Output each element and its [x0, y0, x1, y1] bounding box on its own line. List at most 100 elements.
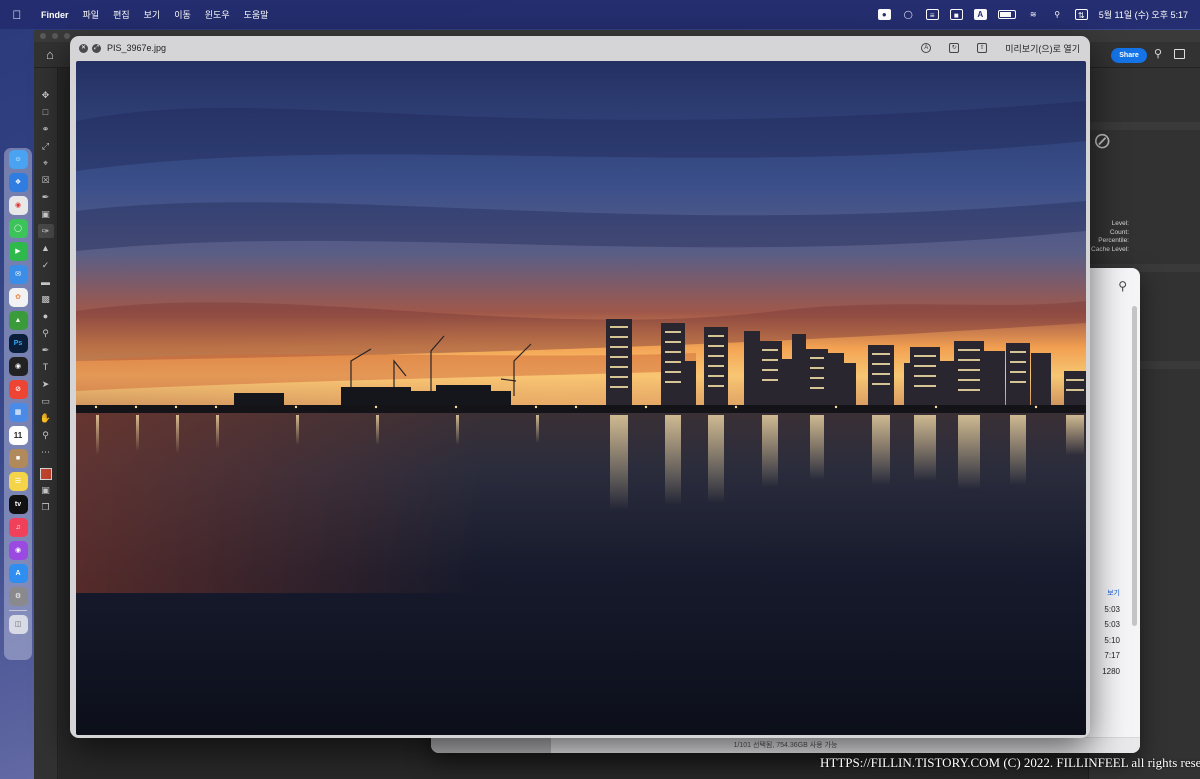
- type-tool-icon[interactable]: T: [38, 360, 54, 374]
- no-image-icon: ⊘: [1093, 128, 1112, 153]
- list-item[interactable]: 5:03: [1102, 602, 1120, 618]
- input-source-icon[interactable]: A: [973, 9, 987, 20]
- music-dock-icon[interactable]: ♫: [8, 518, 28, 537]
- finder-status-text: 1/101 선택됨, 754.36GB 사용 가능: [733, 742, 838, 749]
- creative-cloud-icon[interactable]: ◯: [902, 9, 915, 20]
- healing-tool-icon[interactable]: ▣: [38, 207, 54, 221]
- histogram-label: Level:: [1111, 220, 1129, 227]
- list-item[interactable]: 7:17: [1102, 648, 1120, 664]
- stamp-tool-icon[interactable]: ▲: [38, 241, 54, 255]
- finder-scrollbar[interactable]: [1132, 306, 1137, 626]
- markup-icon[interactable]: A: [921, 43, 932, 53]
- blur-tool-icon[interactable]: ●: [38, 309, 54, 323]
- marquee-tool-icon[interactable]: □: [38, 105, 54, 119]
- search-icon[interactable]: ⚲: [1154, 47, 1162, 60]
- chrome-dock-icon[interactable]: ◉: [8, 196, 28, 215]
- app-store-dock-icon[interactable]: A: [8, 564, 28, 583]
- menu-app-name[interactable]: Finder: [34, 10, 76, 20]
- app-dock-icon[interactable]: ■: [8, 449, 28, 468]
- close-icon[interactable]: ✕: [79, 43, 88, 53]
- photoshop-window-controls: [40, 33, 70, 39]
- quicklook-window: ✕ ⤢ PIS_3967e.jpg A ↻ ⇧ 미리보기(으)로 열기: [70, 36, 1090, 738]
- status-area: ● ◯ ≡ ■ A ≋ ⚲ ⇅ 5월 11일 (수) 오후 5:17: [877, 8, 1200, 21]
- wifi-icon[interactable]: ≋: [1027, 9, 1040, 20]
- move-tool-icon[interactable]: ✥: [38, 88, 54, 102]
- app-dock-icon[interactable]: ⊘: [8, 380, 28, 399]
- brush-tool-icon[interactable]: ✑: [37, 224, 54, 238]
- foreground-color-swatch[interactable]: [39, 468, 52, 480]
- share-button[interactable]: Share: [1111, 48, 1147, 63]
- menu-window[interactable]: 윈도우: [198, 8, 237, 21]
- finder-dock-icon[interactable]: ☺: [8, 150, 28, 169]
- notes-dock-icon[interactable]: ☰: [8, 472, 28, 491]
- mail-dock-icon[interactable]: ✉: [8, 265, 28, 284]
- safari-dock-icon[interactable]: ❖: [8, 173, 28, 192]
- photoshop-dock-icon[interactable]: Ps: [8, 334, 28, 353]
- spotlight-search-icon[interactable]: ⚲: [1051, 9, 1064, 20]
- app-dock-icon[interactable]: ◉: [8, 357, 28, 376]
- fullscreen-icon[interactable]: ⤢: [92, 43, 101, 53]
- home-icon[interactable]: ⌂: [46, 47, 54, 62]
- quick-mask-icon[interactable]: ▣: [38, 483, 54, 497]
- rectangle-tool-icon[interactable]: ▭: [38, 394, 54, 408]
- trash-dock-icon[interactable]: ◫: [8, 615, 28, 634]
- menu-bar:  Finder 파일 편집 보기 이동 윈도우 도움말 ● ◯ ≡ ■ A ≋…: [0, 0, 1200, 29]
- pen-tool-icon[interactable]: ✒: [38, 343, 54, 357]
- history-brush-icon[interactable]: ✓: [38, 258, 54, 272]
- menu-help[interactable]: 도움말: [237, 8, 276, 21]
- list-header[interactable]: 보기: [1102, 586, 1120, 602]
- crop-tool-icon[interactable]: ⌖: [38, 156, 54, 170]
- battery-icon[interactable]: [997, 10, 1016, 19]
- apple-tv-dock-icon[interactable]: tv: [8, 495, 28, 514]
- apple-menu-icon[interactable]: : [0, 8, 34, 22]
- chat-status-icon[interactable]: ●: [877, 9, 891, 20]
- night-skyline-photo: [76, 61, 1086, 735]
- histogram-label: Cache Level:: [1091, 245, 1129, 253]
- dock: ☺ ❖ ◉ ◯ ▶ ✉ ✿ ▲ Ps ◉ ⊘ ▦ 11 ■ ☰ tv ♫ ◉ A…: [4, 148, 32, 660]
- photoshop-toolbar: ✥ □ ⚭ ⤢ ⌖ ☒ ✒ ▣ ✑ ▲ ✓ ▬ ▩ ● ⚲ ✒ T ➤ ▭ ✋ …: [34, 68, 58, 779]
- list-item[interactable]: 5:03: [1102, 617, 1120, 633]
- share-icon[interactable]: ⇧: [977, 43, 988, 53]
- facetime-dock-icon[interactable]: ▶: [8, 242, 28, 261]
- minimize-window-button[interactable]: [52, 33, 58, 39]
- lasso-tool-icon[interactable]: ⚭: [38, 122, 54, 136]
- frame-tool-icon[interactable]: ☒: [38, 173, 54, 187]
- photos-dock-icon[interactable]: ✿: [8, 288, 28, 307]
- path-select-tool-icon[interactable]: ➤: [38, 377, 54, 391]
- copyright-watermark: HTTPS://FILLIN.TISTORY.COM (C) 2022. FIL…: [820, 755, 1200, 770]
- screen-mode-icon[interactable]: ❐: [38, 500, 54, 514]
- system-preferences-dock-icon[interactable]: ⚙: [8, 587, 28, 606]
- eraser-tool-icon[interactable]: ▬: [38, 275, 54, 289]
- zoom-tool-icon[interactable]: ⚲: [38, 428, 54, 442]
- keyboard-status-icon[interactable]: ≡: [925, 9, 939, 20]
- gradient-tool-icon[interactable]: ▩: [38, 292, 54, 306]
- preview-dock-icon[interactable]: ▦: [8, 403, 28, 422]
- menu-go[interactable]: 이동: [167, 8, 198, 21]
- hand-tool-icon[interactable]: ✋: [38, 411, 54, 425]
- menu-edit[interactable]: 편집: [106, 8, 137, 21]
- dock-separator: [9, 610, 27, 611]
- menu-view[interactable]: 보기: [137, 8, 168, 21]
- eyedropper-tool-icon[interactable]: ✒: [38, 190, 54, 204]
- calendar-dock-icon[interactable]: 11: [8, 426, 28, 445]
- finder-file-list: 보기 5:03 5:03 5:10 7:17 1280: [1102, 586, 1120, 679]
- dodge-tool-icon[interactable]: ⚲: [38, 326, 54, 340]
- histogram-label: Percentile:: [1098, 237, 1129, 245]
- file-name: PIS_3967e.jpg: [107, 43, 167, 53]
- workspace-icon[interactable]: [1174, 49, 1185, 59]
- podcasts-dock-icon[interactable]: ◉: [8, 541, 28, 560]
- close-window-button[interactable]: [40, 33, 46, 39]
- menu-clock[interactable]: 5월 11일 (수) 오후 5:17: [1099, 8, 1188, 21]
- more-tools-icon[interactable]: ⋯: [38, 445, 54, 459]
- object-select-tool-icon[interactable]: ⤢: [38, 139, 54, 153]
- control-center-icon[interactable]: ⇅: [1074, 9, 1088, 20]
- display-status-icon[interactable]: ■: [949, 9, 963, 20]
- messages-dock-icon[interactable]: ◯: [8, 219, 28, 238]
- open-in-preview-button[interactable]: 미리보기(으)로 열기: [1005, 42, 1080, 55]
- list-item[interactable]: 5:10: [1102, 633, 1120, 649]
- search-icon[interactable]: ⚲: [1118, 279, 1127, 293]
- maps-dock-icon[interactable]: ▲: [8, 311, 28, 330]
- menu-file[interactable]: 파일: [76, 8, 107, 21]
- list-item[interactable]: 1280: [1102, 664, 1120, 680]
- rotate-icon[interactable]: ↻: [949, 43, 960, 53]
